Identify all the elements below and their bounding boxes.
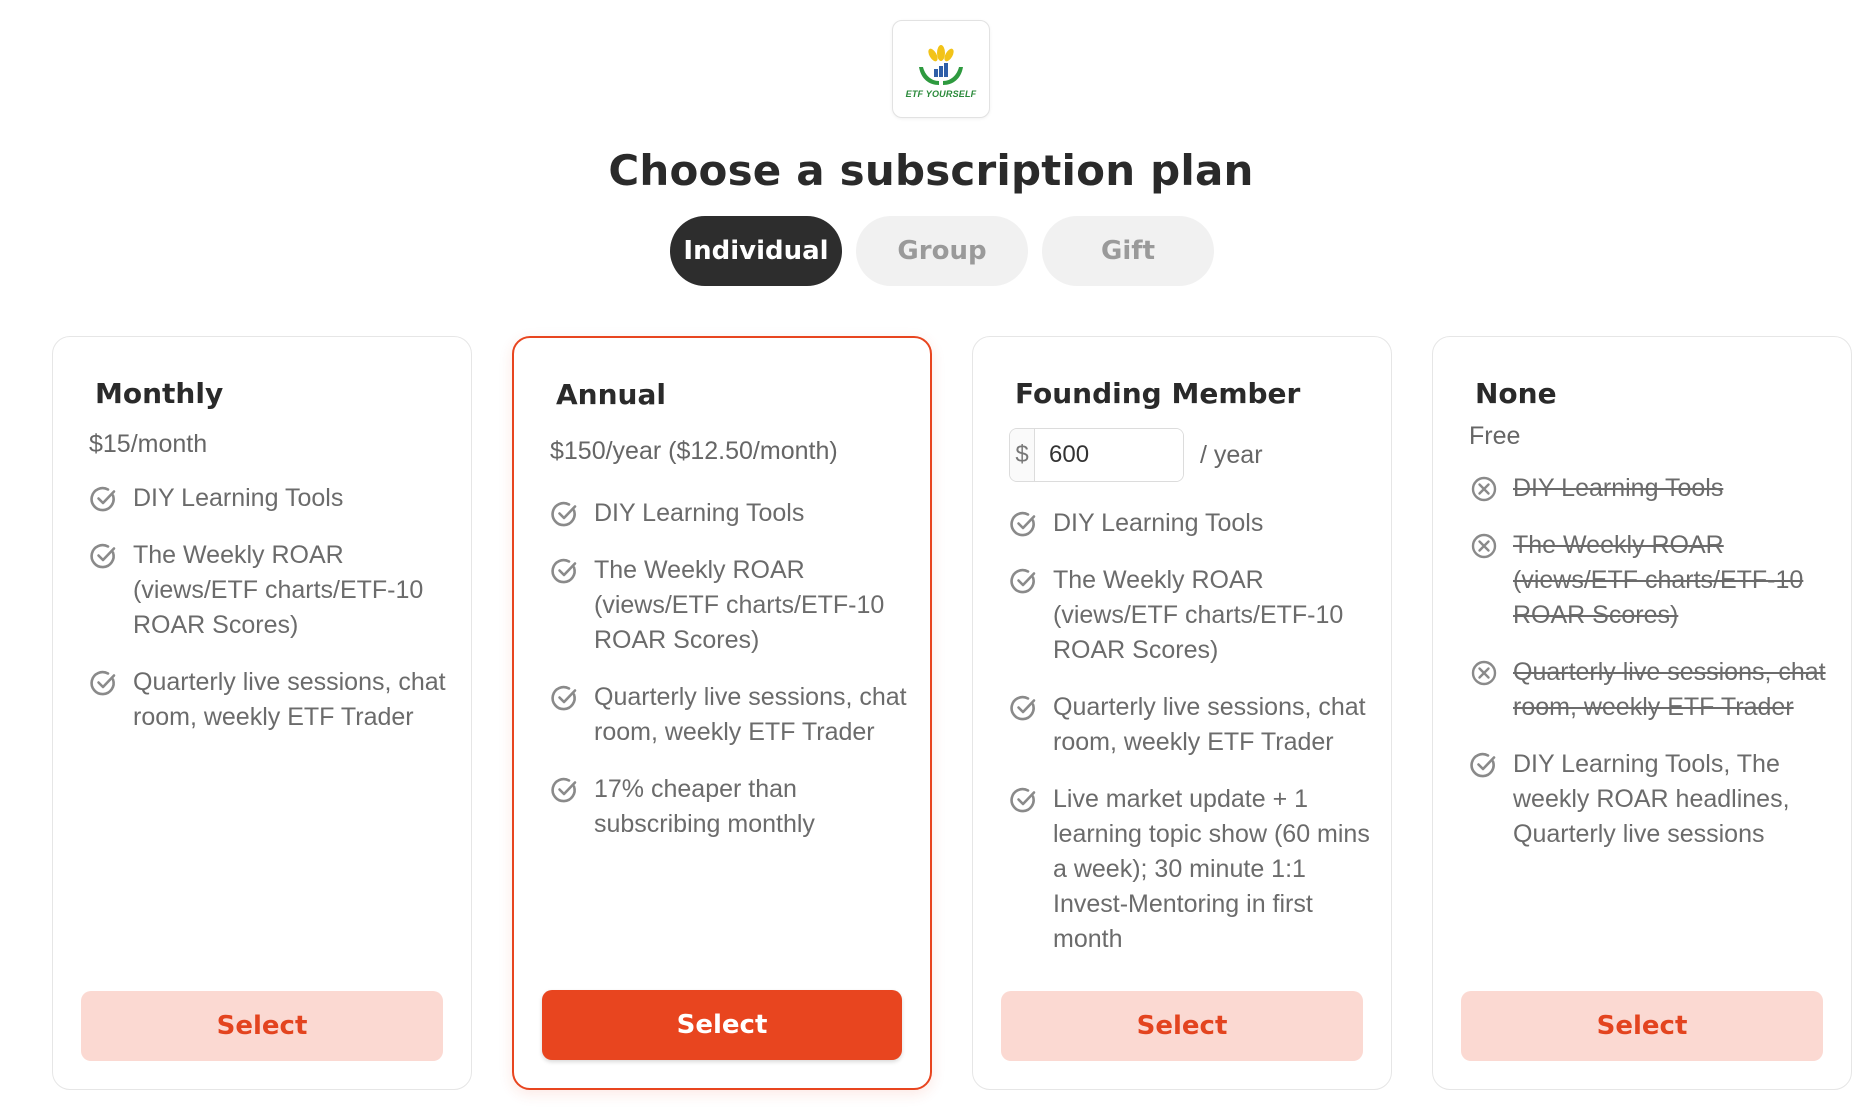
feature-text: DIY Learning Tools [594, 499, 805, 527]
check-circle-icon [550, 775, 580, 805]
check-circle-icon [89, 541, 119, 571]
amount-field: $ [1009, 428, 1184, 482]
feature-item: The Weekly ROAR (views/ETF charts/ETF-10… [550, 553, 912, 658]
feature-item: Quarterly live sessions, chat room, week… [89, 665, 453, 735]
feature-text: DIY Learning Tools [1053, 509, 1264, 537]
feature-item: DIY Learning Tools [1009, 506, 1373, 541]
feature-list: DIY Learning Tools The Weekly ROAR (views… [550, 496, 912, 842]
plan-card-founding-member[interactable]: Founding Member $ / year DIY Learning To… [972, 336, 1392, 1090]
brand-logo: ETF YOURSELF [892, 20, 990, 118]
select-button-monthly[interactable]: Select [81, 991, 443, 1061]
check-circle-icon [550, 683, 580, 713]
check-circle-icon [1009, 693, 1039, 723]
page-title: Choose a subscription plan [608, 146, 1254, 195]
x-circle-icon [1469, 658, 1499, 688]
plan-card-none[interactable]: None Free DIY Learning Tools The Weekly R… [1432, 336, 1852, 1090]
plan-price: $15/month [89, 430, 208, 458]
plan-name: None [1475, 377, 1557, 410]
logo-text: ETF YOURSELF [905, 89, 977, 99]
check-circle-icon [89, 484, 119, 514]
check-circle-icon [1009, 566, 1039, 596]
select-button-founding-member[interactable]: Select [1001, 991, 1363, 1061]
feature-list: DIY Learning Tools The Weekly ROAR (views… [1469, 471, 1833, 852]
select-button-annual[interactable]: Select [542, 990, 902, 1060]
x-circle-icon [1469, 474, 1499, 504]
feature-item: DIY Learning Tools, The weekly ROAR head… [1469, 747, 1833, 852]
feature-text: DIY Learning Tools [133, 484, 344, 512]
plan-type-tabs: Individual Group Gift [670, 216, 1214, 286]
feature-item: 17% cheaper than subscribing monthly [550, 772, 912, 842]
check-circle-icon [550, 499, 580, 529]
feature-list: DIY Learning Tools The Weekly ROAR (views… [1009, 506, 1373, 957]
check-circle-icon [89, 668, 119, 698]
feature-text: Quarterly live sessions, chat room, week… [1513, 658, 1826, 721]
feature-text: Live market update + 1 learning topic sh… [1053, 785, 1370, 953]
tab-individual[interactable]: Individual [670, 216, 842, 286]
feature-item: DIY Learning Tools [1469, 471, 1833, 506]
feature-text: The Weekly ROAR (views/ETF charts/ETF-10… [133, 541, 424, 639]
feature-item: Quarterly live sessions, chat room, week… [550, 680, 912, 750]
amount-suffix: / year [1200, 440, 1263, 469]
select-button-none[interactable]: Select [1461, 991, 1823, 1061]
check-circle-icon [550, 556, 580, 586]
feature-item: DIY Learning Tools [550, 496, 912, 531]
plan-price: $150/year ($12.50/month) [550, 437, 838, 465]
amount-input[interactable] [1035, 429, 1183, 481]
feature-item: Quarterly live sessions, chat room, week… [1469, 655, 1833, 725]
x-circle-icon [1469, 531, 1499, 561]
tab-group[interactable]: Group [856, 216, 1028, 286]
feature-item: Live market update + 1 learning topic sh… [1009, 782, 1373, 957]
feature-text: 17% cheaper than subscribing monthly [594, 775, 815, 838]
check-circle-icon [1469, 750, 1499, 780]
plan-card-annual[interactable]: Annual $150/year ($12.50/month) DIY Lear… [512, 336, 932, 1090]
feature-text: Quarterly live sessions, chat room, week… [594, 683, 907, 746]
plan-price: Free [1469, 422, 1521, 450]
feature-text: The Weekly ROAR (views/ETF charts/ETF-10… [1513, 531, 1804, 629]
feature-text: DIY Learning Tools, The weekly ROAR head… [1513, 750, 1790, 848]
plan-card-monthly[interactable]: Monthly $15/month DIY Learning Tools The … [52, 336, 472, 1090]
feature-item: Quarterly live sessions, chat room, week… [1009, 690, 1373, 760]
feature-item: The Weekly ROAR (views/ETF charts/ETF-10… [89, 538, 453, 643]
amount-row: $ / year [1009, 428, 1373, 482]
feature-item: The Weekly ROAR (views/ETF charts/ETF-10… [1469, 528, 1833, 633]
feature-item: The Weekly ROAR (views/ETF charts/ETF-10… [1009, 563, 1373, 668]
feature-item: DIY Learning Tools [89, 481, 453, 516]
feature-text: Quarterly live sessions, chat room, week… [1053, 693, 1366, 756]
plan-name: Monthly [95, 377, 224, 410]
feature-list: DIY Learning Tools The Weekly ROAR (views… [89, 481, 453, 735]
tab-gift[interactable]: Gift [1042, 216, 1214, 286]
feature-text: The Weekly ROAR (views/ETF charts/ETF-10… [594, 556, 885, 654]
feature-text: Quarterly live sessions, chat room, week… [133, 668, 446, 731]
plan-name: Annual [556, 378, 666, 411]
check-circle-icon [1009, 785, 1039, 815]
plan-name: Founding Member [1015, 377, 1301, 410]
feature-text: The Weekly ROAR (views/ETF charts/ETF-10… [1053, 566, 1344, 664]
feature-text: DIY Learning Tools [1513, 474, 1724, 502]
check-circle-icon [1009, 509, 1039, 539]
currency-symbol: $ [1010, 429, 1035, 481]
